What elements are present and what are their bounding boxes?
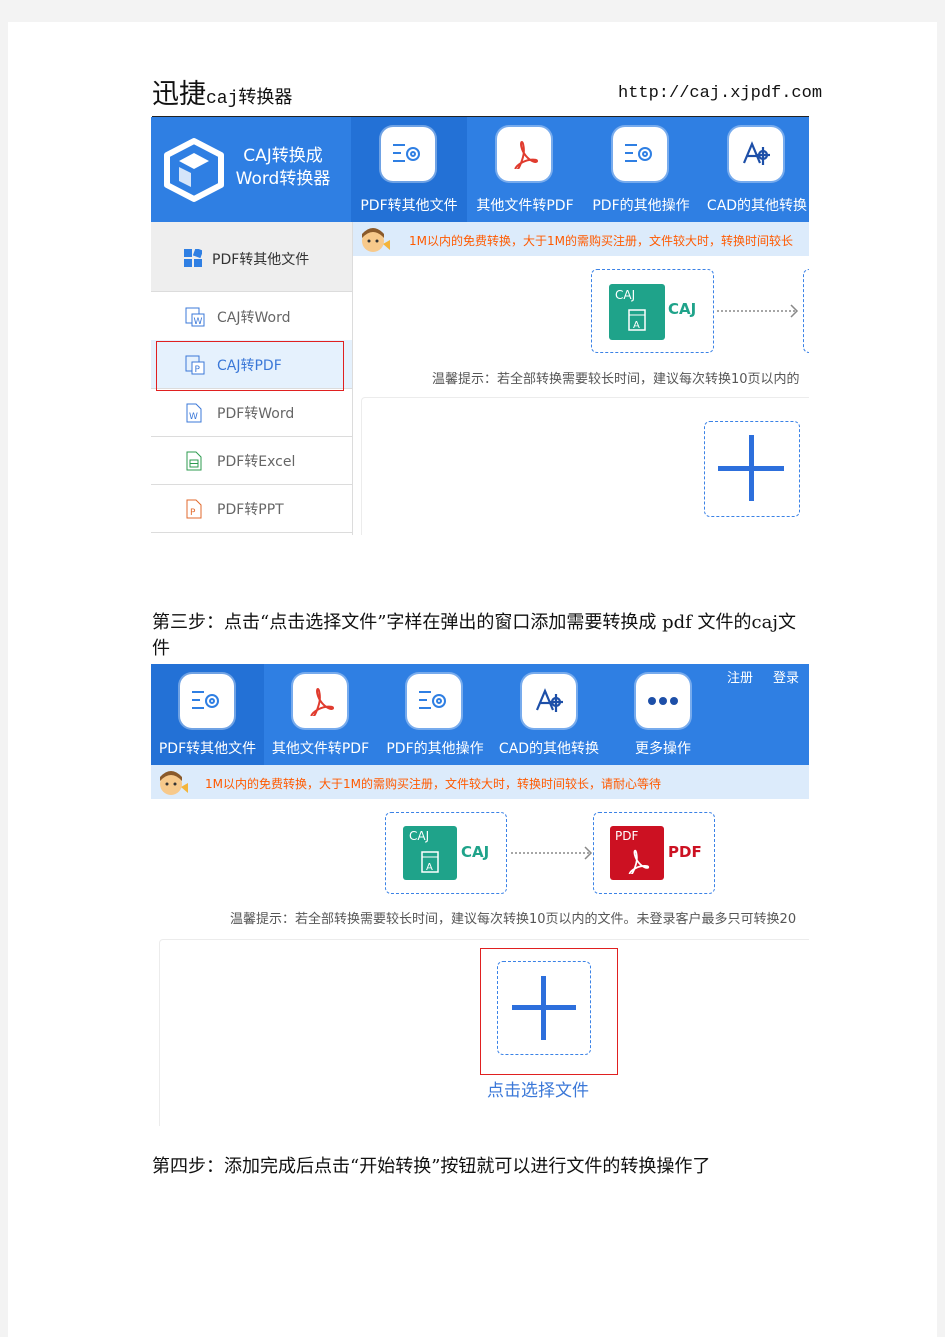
screenshot-1: CAJ转换成 Word转换器 PDF转其他文件 其他文件转PDF PDF的其他操作…	[151, 117, 809, 535]
tab-pdf-to-other[interactable]: PDF转其他文件	[151, 664, 264, 765]
caj-file-icon: CAJ A	[609, 284, 665, 340]
to-file-card: PDF PDF	[593, 812, 715, 894]
pdf-file-icon: PDF	[610, 826, 664, 880]
choose-file-link[interactable]: 点击选择文件	[487, 1076, 589, 1101]
settings-doc-icon	[180, 674, 234, 728]
tab-pdf-other-ops[interactable]: PDF的其他操作	[377, 664, 493, 765]
tab-other-to-pdf[interactable]: 其他文件转PDF	[467, 117, 583, 222]
sidebar-item-pdf-to-word[interactable]: W PDF转Word	[151, 388, 352, 437]
from-file-card: CAJ A CAJ	[385, 812, 507, 894]
word-doc-icon: W	[185, 403, 203, 423]
pdf-acrobat-icon	[293, 674, 347, 728]
cartoon-avatar-icon	[157, 769, 189, 797]
register-link[interactable]: 注册	[727, 667, 753, 686]
sidebar-item-pdf-to-ppt[interactable]: P PDF转PPT	[151, 484, 352, 533]
document-url: http://caj.xjpdf.com	[618, 84, 823, 103]
svg-text:P: P	[190, 508, 196, 518]
tab-other-to-pdf[interactable]: 其他文件转PDF	[264, 664, 377, 765]
plus-icon-vertical	[749, 435, 754, 501]
to-file-card	[803, 269, 809, 353]
grid-icon	[184, 247, 204, 267]
cad-icon	[729, 127, 783, 181]
step-4-text: 第四步：添加完成后点击“开始转换”按钮就可以进行文件的转换操作了	[152, 1156, 711, 1177]
word-file-icon: W	[185, 307, 205, 327]
settings-doc-icon	[381, 127, 435, 181]
tip-text: 温馨提示：若全部转换需要较长时间，建议每次转换10页以内的	[432, 372, 800, 387]
app-brand-name: CAJ转换成 Word转换器	[235, 146, 331, 189]
svg-text:A: A	[426, 862, 433, 873]
pdf-acrobat-icon	[497, 127, 551, 181]
step-3-text: 第三步：点击“点击选择文件”字样在弹出的窗口添加需要转换成 pdf 文件的caj…	[152, 612, 796, 659]
add-file-button[interactable]	[497, 961, 591, 1055]
arrow-right-icon	[717, 303, 801, 319]
sidebar-item-caj-to-word[interactable]: W CAJ转Word	[151, 292, 352, 341]
cartoon-avatar-icon	[359, 226, 391, 254]
notice-bar: 1M以内的免费转换，大于1M的需购买注册，文件较大时，转换时间较长，请耐心等待	[151, 765, 809, 799]
tab-pdf-other-ops[interactable]: PDF的其他操作	[583, 117, 699, 222]
login-link[interactable]: 登录	[773, 667, 799, 686]
svg-text:W: W	[194, 317, 203, 327]
sidebar-header: PDF转其他文件	[151, 222, 352, 292]
ppt-doc-icon: P	[185, 499, 203, 519]
plus-icon-vertical	[541, 976, 546, 1040]
document-title: 迅捷caj转换器	[152, 79, 293, 110]
screenshot-2: 注册 登录 PDF转其他文件 其他文件转PDF PDF的其他操作 CAD的其他转…	[151, 664, 809, 1126]
tab-cad-conversion[interactable]: CAD的其他转换	[493, 664, 605, 765]
sidebar-item-pdf-to-excel[interactable]: PDF转Excel	[151, 436, 352, 485]
app-logo-icon	[161, 137, 227, 203]
cad-icon	[522, 674, 576, 728]
highlight-box	[156, 341, 344, 391]
arrow-right-icon	[511, 845, 595, 861]
from-file-card: CAJ A CAJ	[591, 269, 714, 353]
svg-text:A: A	[633, 320, 640, 331]
svg-text:W: W	[189, 412, 198, 422]
settings-doc-icon	[613, 127, 667, 181]
tab-pdf-to-other[interactable]: PDF转其他文件	[351, 117, 467, 222]
notice-bar: 1M以内的免费转换，大于1M的需购买注册，文件较大时，转换时间较长	[353, 222, 809, 256]
more-dots-icon	[636, 674, 690, 728]
caj-file-icon: CAJ A	[403, 826, 457, 880]
tab-more-operations[interactable]: 更多操作	[605, 664, 721, 765]
add-file-button[interactable]	[704, 421, 800, 517]
excel-doc-icon	[185, 451, 203, 471]
settings-doc-icon	[407, 674, 461, 728]
tip-text: 温馨提示：若全部转换需要较长时间，建议每次转换10页以内的文件。未登录客户最多只…	[230, 912, 797, 927]
tab-cad-conversion[interactable]: CAD的其他转换	[699, 117, 809, 222]
